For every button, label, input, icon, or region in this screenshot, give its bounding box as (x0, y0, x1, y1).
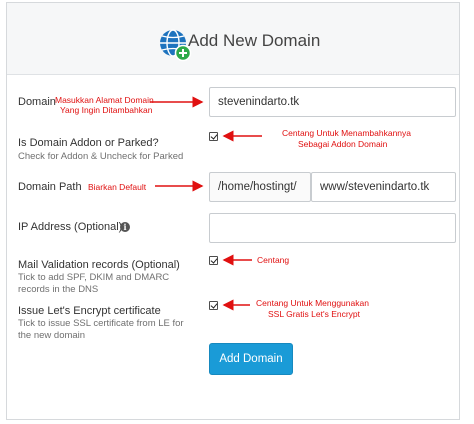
annotation-arrows (150, 96, 262, 311)
